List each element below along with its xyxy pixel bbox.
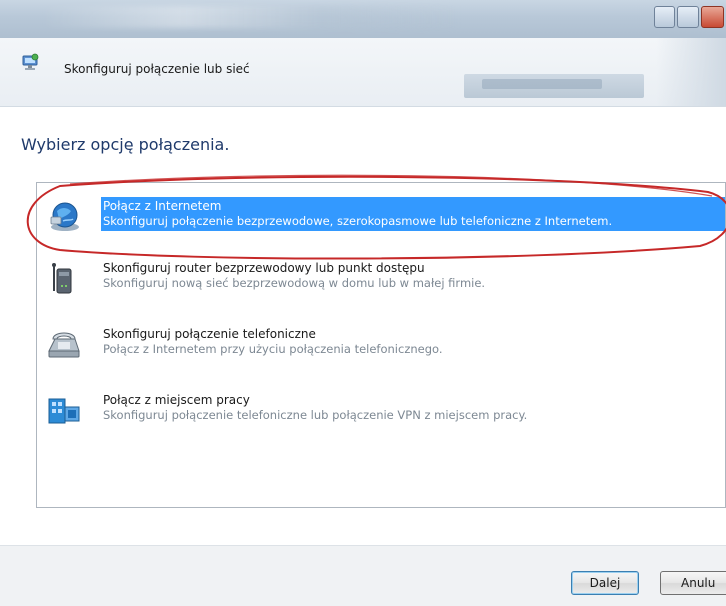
option-title: Skonfiguruj router bezprzewodowy lub pun… (103, 261, 425, 275)
workplace-network-icon (48, 398, 80, 424)
cancel-button[interactable]: Anulu (660, 571, 726, 595)
maximize-button[interactable] (677, 6, 699, 28)
option-description: Połącz z Internetem przy użyciu połączen… (103, 342, 443, 356)
network-setup-icon (22, 53, 39, 70)
minimize-button[interactable] (654, 6, 676, 28)
window-titlebar (0, 0, 726, 38)
next-button[interactable]: Dalej (571, 571, 639, 595)
option-text: Połącz z Internetem Skonfiguruj połączen… (103, 199, 725, 229)
option-description: Skonfiguruj połączenie telefoniczne lub … (103, 408, 528, 422)
option-description: Skonfiguruj połączenie bezprzewodowe, sz… (103, 214, 613, 228)
option-title: Skonfiguruj połączenie telefoniczne (103, 327, 316, 341)
option-description: Skonfiguruj nową sieć bezprzewodową w do… (103, 276, 486, 290)
option-workplace[interactable]: Połącz z miejscem pracy Skonfiguruj połą… (41, 389, 725, 431)
close-button[interactable] (700, 6, 724, 28)
connection-options-list[interactable]: Połącz z Internetem Skonfiguruj połączen… (36, 182, 726, 508)
wireless-router-icon (52, 263, 72, 294)
search-placeholder-blur (482, 79, 602, 89)
dialog-header: Skonfiguruj połączenie lub sieć (0, 38, 726, 107)
header-edge (656, 38, 726, 106)
option-wireless-router[interactable]: Skonfiguruj router bezprzewodowy lub pun… (41, 257, 725, 299)
option-text: Skonfiguruj router bezprzewodowy lub pun… (103, 261, 725, 291)
window-title: Skonfiguruj połączenie lub sieć (64, 62, 250, 76)
option-text: Połącz z miejscem pracy Skonfiguruj połą… (103, 393, 725, 423)
globe-network-icon (50, 202, 79, 231)
page-heading: Wybierz opcję połączenia. (21, 135, 230, 154)
option-connect-internet[interactable]: Połącz z Internetem Skonfiguruj połączen… (41, 195, 725, 237)
telephone-icon (48, 332, 80, 358)
window-controls (654, 6, 726, 28)
dialog-footer: Dalej Anulu (0, 545, 726, 606)
option-dialup[interactable]: Skonfiguruj połączenie telefoniczne Połą… (41, 323, 725, 365)
option-title: Połącz z miejscem pracy (103, 393, 250, 407)
titlebar-glass (40, 6, 460, 28)
option-text: Skonfiguruj połączenie telefoniczne Połą… (103, 327, 725, 357)
option-title: Połącz z Internetem (103, 199, 222, 213)
